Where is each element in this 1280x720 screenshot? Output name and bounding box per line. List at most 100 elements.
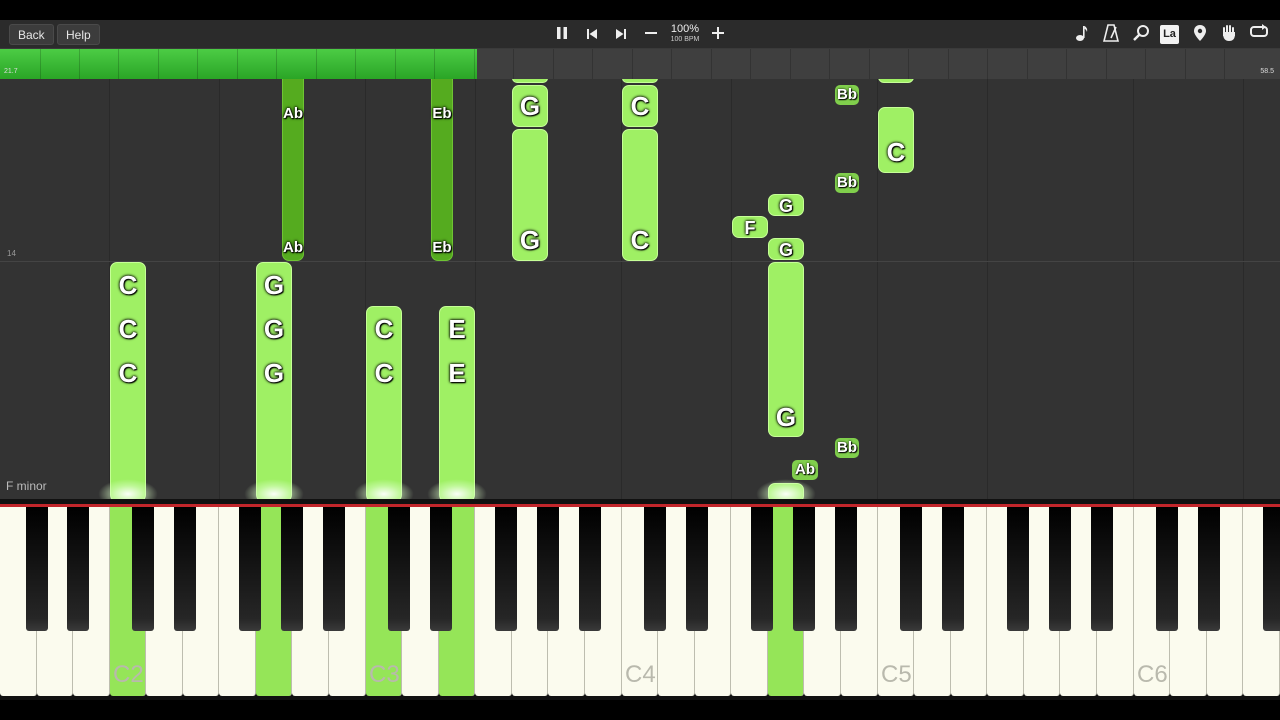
black-key[interactable]: [942, 507, 964, 631]
black-key[interactable]: [1263, 507, 1280, 631]
black-key[interactable]: [579, 507, 601, 631]
black-key[interactable]: [835, 507, 857, 631]
note-bar: Ab Ab: [282, 79, 304, 261]
black-key[interactable]: [1198, 507, 1220, 631]
hand-icon[interactable]: [1218, 24, 1240, 46]
note-label: G: [263, 358, 285, 388]
octave-label-c3: C3: [369, 661, 400, 688]
note-label: G: [778, 240, 794, 260]
note-bar: C: [622, 85, 658, 127]
black-key[interactable]: [644, 507, 666, 631]
note-label: E: [448, 358, 466, 388]
plus-icon[interactable]: [708, 25, 728, 45]
piano-keyboard: C2 C3 C4 C5 C6: [0, 499, 1280, 700]
metronome-icon[interactable]: [1100, 24, 1122, 46]
note-bar: C: [878, 107, 914, 173]
black-key[interactable]: [495, 507, 517, 631]
note-bar: G: [768, 262, 804, 437]
location-pin-icon[interactable]: [1189, 24, 1211, 46]
note-label: Eb: [432, 239, 452, 256]
note-label: G: [263, 314, 285, 344]
note-label: Ab: [283, 239, 303, 256]
loop-icon[interactable]: [1248, 24, 1270, 46]
minus-icon[interactable]: [641, 25, 661, 45]
speed-bpm: 100 BPM: [670, 36, 700, 43]
note-label: C: [886, 137, 906, 167]
note-label: C: [118, 314, 138, 344]
octave-label-c2: C2: [113, 661, 144, 688]
note-label: G: [519, 91, 541, 121]
black-key[interactable]: [26, 507, 48, 631]
help-button[interactable]: Help: [57, 24, 100, 45]
progress-total-time: 58.5: [1260, 68, 1274, 75]
la-icon[interactable]: La: [1160, 25, 1179, 44]
note-bar: G: [768, 238, 804, 260]
note-bar: [878, 79, 914, 83]
pause-icon[interactable]: [552, 25, 572, 45]
black-key[interactable]: [686, 507, 708, 631]
black-key[interactable]: [900, 507, 922, 631]
piano-roll: 14 F minor C C C G G G C C E E Ab Ab Eb …: [0, 79, 1280, 499]
song-progress-bar[interactable]: 21.7 58.5: [0, 49, 1280, 79]
note-label: G: [775, 402, 797, 432]
black-key[interactable]: [751, 507, 773, 631]
note-bar: G: [512, 85, 548, 127]
note-label: C: [630, 225, 650, 255]
note-bar: C: [622, 129, 658, 261]
black-key[interactable]: [1091, 507, 1113, 631]
key-hit-glow: [427, 479, 487, 499]
black-key[interactable]: [430, 507, 452, 631]
key-hit-glow: [244, 479, 304, 499]
black-key[interactable]: [174, 507, 196, 631]
skip-back-icon[interactable]: [582, 25, 602, 45]
note-label: Bb: [835, 85, 859, 105]
note-label: C: [374, 358, 394, 388]
note-label: Eb: [432, 105, 452, 122]
toolbar: Back Help 100% 100 BPM La: [0, 20, 1280, 49]
note-bar: G G G: [256, 262, 292, 499]
octave-label-c4: C4: [625, 661, 656, 688]
note-label: G: [519, 225, 541, 255]
note-label: E: [448, 314, 466, 344]
note-label: C: [374, 314, 394, 344]
skip-forward-icon[interactable]: [611, 25, 631, 45]
note-label: Bb: [835, 438, 859, 458]
black-key[interactable]: [388, 507, 410, 631]
progress-fill: [0, 49, 477, 79]
note-bar: E E: [439, 306, 475, 499]
key-hit-glow: [756, 479, 816, 499]
octave-label-c5: C5: [881, 661, 912, 688]
black-key[interactable]: [1049, 507, 1071, 631]
black-key[interactable]: [132, 507, 154, 631]
measure-number: 14: [7, 249, 16, 258]
back-button[interactable]: Back: [9, 24, 54, 45]
note-label: Ab: [283, 105, 303, 122]
note-label: Bb: [835, 173, 859, 193]
note-bar: C C: [366, 306, 402, 499]
note-label: C: [118, 270, 138, 300]
note-icon[interactable]: [1071, 24, 1093, 46]
note-bar: C C C: [110, 262, 146, 499]
note-label: C: [118, 358, 138, 388]
note-label: F: [744, 218, 756, 238]
black-key[interactable]: [67, 507, 89, 631]
key-hit-glow: [354, 479, 414, 499]
progress-current-time: 21.7: [4, 68, 18, 75]
speed-display: 100% 100 BPM: [668, 23, 702, 44]
magnifier-icon[interactable]: [1130, 24, 1152, 46]
black-key[interactable]: [1007, 507, 1029, 631]
black-key[interactable]: [793, 507, 815, 631]
key-signature-label: F minor: [6, 479, 47, 493]
note-label: C: [630, 91, 650, 121]
black-key[interactable]: [281, 507, 303, 631]
speed-percent: 100%: [670, 23, 700, 35]
note-bar: Eb Eb: [431, 79, 453, 261]
black-key[interactable]: [1156, 507, 1178, 631]
note-label: G: [263, 270, 285, 300]
key-hit-glow: [98, 479, 158, 499]
black-key[interactable]: [239, 507, 261, 631]
black-key[interactable]: [537, 507, 559, 631]
note-label: G: [778, 196, 794, 216]
note-label: Ab: [792, 460, 818, 480]
black-key[interactable]: [323, 507, 345, 631]
